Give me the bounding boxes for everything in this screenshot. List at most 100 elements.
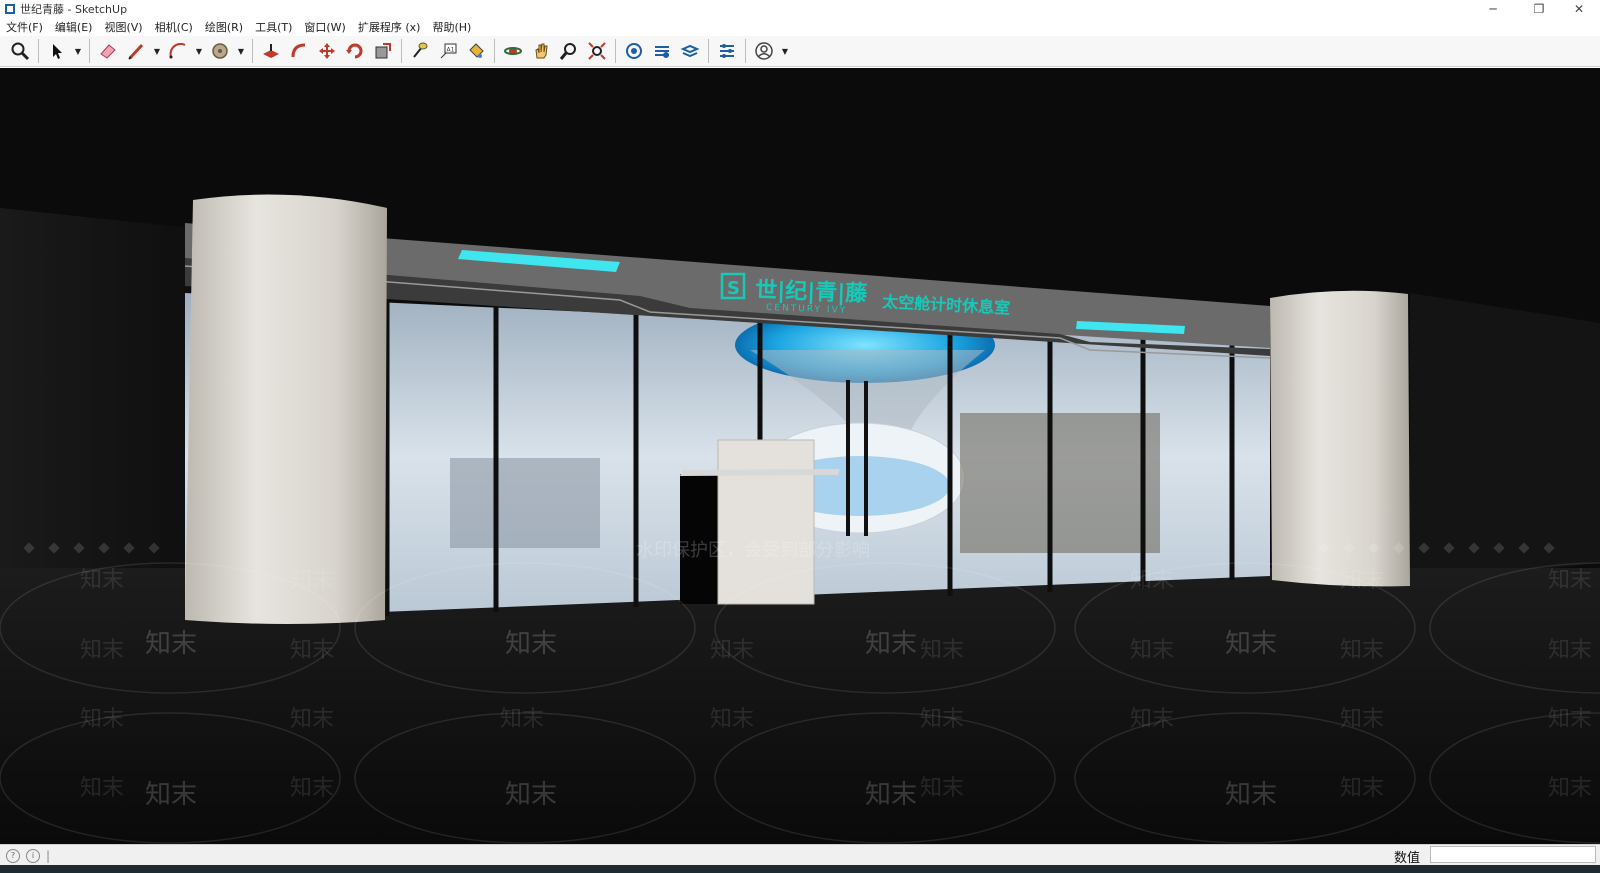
shape-dropdown-icon[interactable]: ▼ [236,39,246,63]
restore-button[interactable]: ❐ [1522,0,1556,18]
left-wall [0,208,190,623]
watermark-brand: 知末 [1225,629,1278,659]
watermark-brand: 知末 [1225,780,1278,810]
interior-pods-left [450,458,600,548]
watermark-brand: 知末 [1548,638,1593,663]
select-icon[interactable] [45,39,69,63]
account-icon[interactable] [752,39,776,63]
menu-window[interactable]: 窗口(W) [298,19,351,35]
sign-logo-letter: S [727,278,740,299]
watermark-brand: 知末 [1340,638,1385,663]
toolbar-separator [615,39,616,63]
watermark-brand: 知末 [920,707,965,732]
rotate-icon[interactable] [343,39,367,63]
zoom-icon[interactable] [8,39,32,63]
watermark-brand: 知末 [1130,568,1175,593]
eraser-icon[interactable] [96,39,120,63]
watermark-brand: 知末 [500,707,545,732]
revolving-door [960,413,1160,553]
menu-draw[interactable]: 绘图(R) [199,19,249,35]
zoom-extents-icon[interactable] [585,39,609,63]
menu-bar: 文件(F) 编辑(E) 视图(V) 相机(C) 绘图(R) 工具(T) 窗口(W… [0,18,1600,36]
watermark-brand: 知末 [865,780,918,810]
zoom-window-icon[interactable] [557,39,581,63]
paint-bucket-icon[interactable] [464,39,488,63]
watermark-brand: 知末 [1340,707,1385,732]
watermark-brand: 知末 [1548,776,1593,801]
right-pillar [1270,290,1410,587]
left-pillar [185,194,387,625]
tape-measure-icon[interactable] [408,39,432,63]
watermark-brand: 知末 [710,707,755,732]
right-wall [1410,293,1600,583]
watermark-brand: 知末 [1548,707,1593,732]
watermark-brand: 知末 [290,707,335,732]
svg-text:A1: A1 [447,47,455,54]
status-bar: ? i | 数值 [0,844,1600,866]
toolbar-separator [708,39,709,63]
follow-me-icon[interactable] [287,39,311,63]
toolbar-separator [745,39,746,63]
watermark-brand: 知末 [1130,707,1175,732]
line-dropdown-icon[interactable]: ▼ [152,39,162,63]
circle-icon[interactable] [208,39,232,63]
scale-icon[interactable] [371,39,395,63]
measurements-input[interactable] [1430,846,1596,863]
watermark-brand: 知末 [920,776,965,801]
text-icon[interactable]: A1 [436,39,460,63]
watermark-brand: 知末 [80,568,125,593]
pencil-icon[interactable] [124,39,148,63]
credits-icon[interactable]: i [26,848,40,863]
kiosk-counter [680,469,840,476]
status-divider: | [46,848,51,863]
menu-help[interactable]: 帮助(H) [426,19,477,35]
watermark-brand: 知末 [145,780,198,810]
menu-extensions[interactable]: 扩展程序 (x) [352,19,427,35]
window-title: 世纪青藤 - SketchUp [20,3,128,16]
extension-manager-icon[interactable] [715,39,739,63]
watermark-brand: 知末 [505,629,558,659]
account-dropdown-icon[interactable]: ▼ [780,39,790,63]
minimize-button[interactable]: ─ [1476,0,1510,18]
menu-tools[interactable]: 工具(T) [249,19,298,35]
watermark-brand: 知末 [920,638,965,663]
watermark-brand: 知末 [505,780,558,810]
geo-location-icon[interactable]: ? [6,848,20,863]
menu-camera[interactable]: 相机(C) [149,19,199,35]
watermark-brand: 知末 [290,638,335,663]
menu-view[interactable]: 视图(V) [98,19,148,35]
watermark-brand: 知末 [80,638,125,663]
watermark-brand: 知末 [865,629,918,659]
model-viewport[interactable]: S 世|纪|青|藤 CENTURY IVY 太空舱计时休息室 水印保护区，会受到… [0,68,1600,844]
watermark-notice: 水印保护区，会受到部分影响 [636,540,870,561]
watermark-brand: 知末 [710,638,755,663]
watermark-brand: 知末 [1130,638,1175,663]
title-bar: 世纪青藤 - SketchUp ─ ❐ ✕ [0,0,1600,18]
pan-icon[interactable] [529,39,553,63]
close-button[interactable]: ✕ [1562,0,1596,18]
watermark-brand: 知末 [290,568,335,593]
watermark-brand: 知末 [1340,776,1385,801]
toolbar-separator [252,39,253,63]
orbit-icon[interactable] [501,39,525,63]
menu-file[interactable]: 文件(F) [0,19,49,35]
watermark-brand: 知末 [145,629,198,659]
reception-kiosk [717,439,815,605]
extension-warehouse-icon[interactable] [650,39,674,63]
arc-dropdown-icon[interactable]: ▼ [194,39,204,63]
push-pull-icon[interactable] [259,39,283,63]
watermark-brand: 知末 [80,707,125,732]
toolbar-separator [89,39,90,63]
menu-edit[interactable]: 编辑(E) [49,19,99,35]
warehouse-icon[interactable] [622,39,646,63]
toolbar-separator [38,39,39,63]
toolbar-separator [494,39,495,63]
move-icon[interactable] [315,39,339,63]
watermark-brand: 知末 [290,776,335,801]
os-taskbar-edge [0,865,1600,873]
sketchup-app-icon [5,4,15,14]
measurements-label: 数值 [1394,851,1421,866]
layout-icon[interactable] [678,39,702,63]
arc-icon[interactable] [166,39,190,63]
select-dropdown-icon[interactable]: ▼ [73,39,83,63]
